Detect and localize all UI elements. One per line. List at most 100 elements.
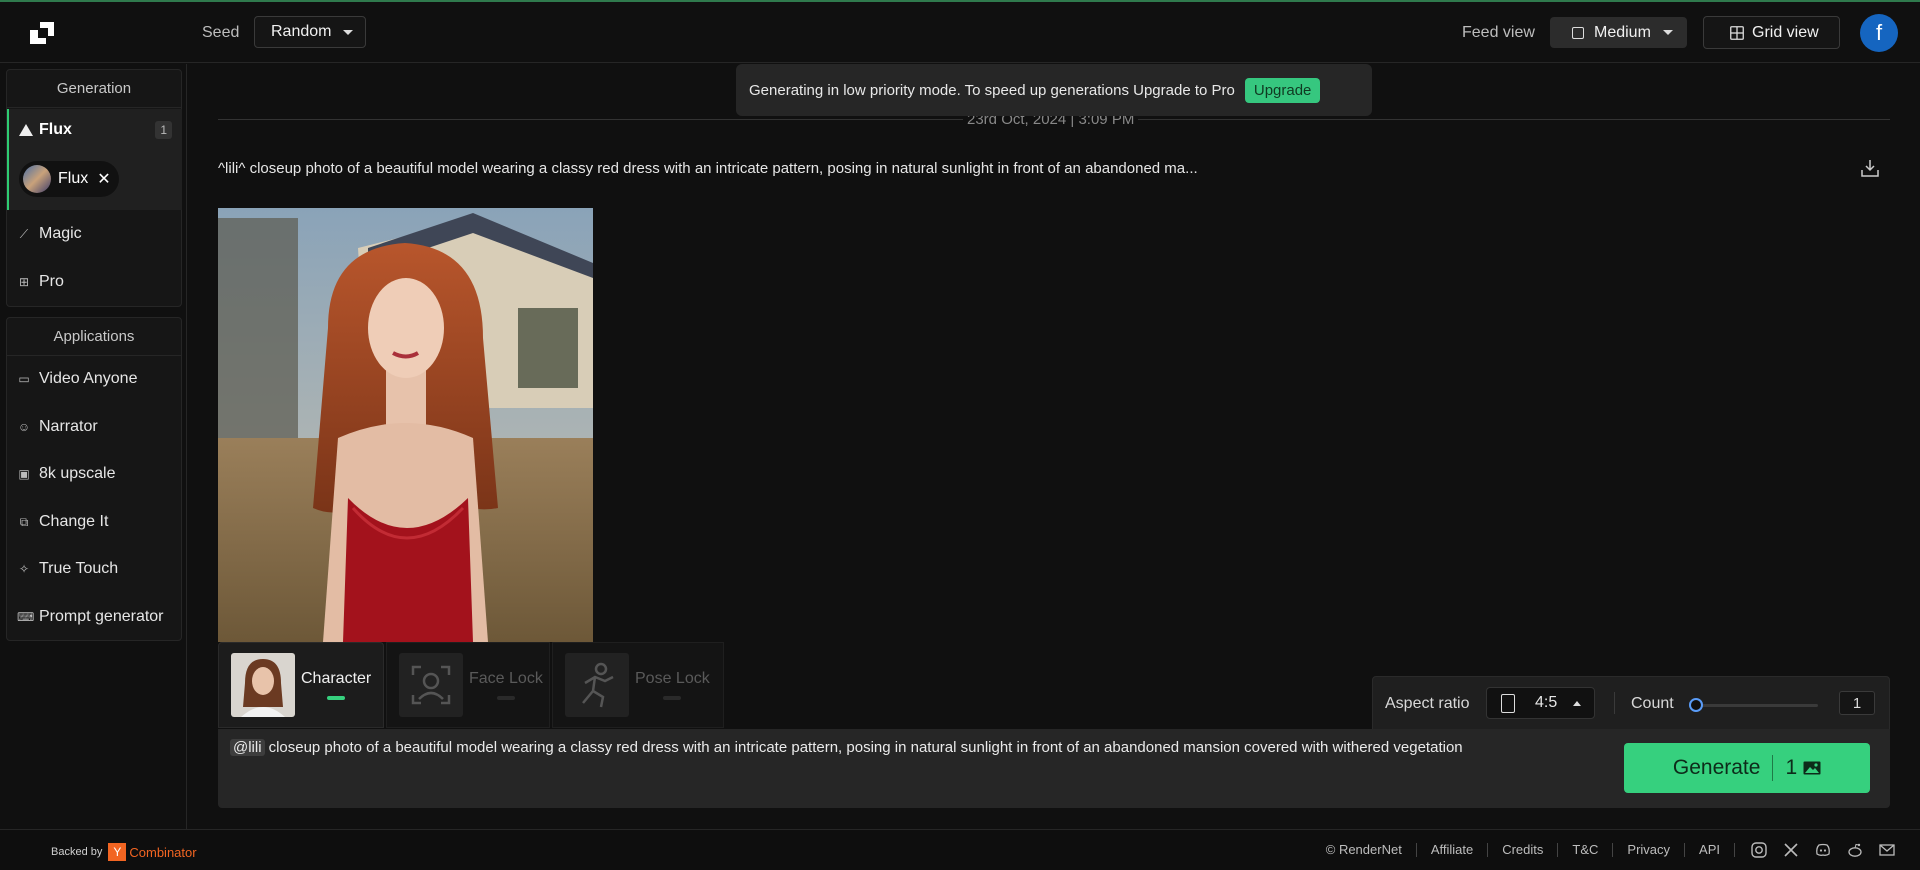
8k-icon: ▣: [18, 467, 30, 481]
inactive-indicator: [496, 696, 515, 700]
tab-pose-lock[interactable]: Pose Lock: [552, 642, 724, 728]
sidebar-item-video-anyone[interactable]: ▭ Video Anyone: [17, 370, 137, 388]
feed-view-value: Medium: [1594, 23, 1651, 41]
tab-character-label: Character: [301, 670, 372, 687]
sidebar-item-narrator[interactable]: ☺ Narrator: [17, 418, 98, 436]
prompt-text[interactable]: @lili closeup photo of a beautiful model …: [230, 739, 1463, 756]
speaker-person-icon: ☺: [17, 420, 31, 434]
face-lock-icon: [399, 653, 463, 717]
portrait-frame-icon: [1501, 693, 1515, 713]
prompt-summary[interactable]: ^lili^ closeup photo of a beautiful mode…: [218, 160, 1198, 177]
app-label: 8k upscale: [39, 465, 116, 482]
tab-character[interactable]: Character: [218, 642, 384, 728]
character-mention[interactable]: @lili: [230, 739, 265, 756]
avatar-letter: f: [1875, 20, 1883, 45]
image-icon: [1803, 761, 1821, 775]
user-avatar[interactable]: f: [1860, 14, 1898, 52]
backed-by-label: Backed by: [51, 846, 103, 858]
tab-face-lock-label: Face Lock: [469, 670, 543, 687]
divider: [1772, 755, 1774, 781]
aspect-ratio-dropdown[interactable]: 4:5: [1486, 687, 1595, 719]
footer: Backed by Y Combinator © RenderNet Affil…: [0, 829, 1920, 870]
reddit-icon[interactable]: [1847, 842, 1863, 858]
count-value[interactable]: 1: [1839, 691, 1875, 715]
chevron-down-icon: [343, 29, 354, 35]
applications-panel: Applications ▭ Video Anyone ☺ Narrator ▣…: [6, 317, 182, 641]
feed-view-dropdown[interactable]: Medium: [1550, 17, 1687, 48]
footer-link-tc[interactable]: T&C: [1558, 843, 1614, 857]
seed-label: Seed: [202, 24, 240, 41]
mail-icon[interactable]: [1879, 842, 1895, 858]
upgrade-button[interactable]: Upgrade: [1244, 77, 1321, 103]
pro-label: Pro: [39, 273, 64, 290]
sidebar-item-8k-upscale[interactable]: ▣ 8k upscale: [17, 465, 116, 483]
app-label: True Touch: [39, 560, 119, 577]
reference-tabs: Character Face Lock Pose Lock: [218, 642, 724, 728]
aspect-ratio-label: Aspect ratio: [1385, 695, 1470, 712]
magic-label: Magic: [39, 225, 82, 242]
chevron-down-icon: [1662, 30, 1673, 35]
close-icon[interactable]: ✕: [97, 169, 110, 189]
low-priority-notice: Generating in low priority mode. To spee…: [736, 64, 1372, 116]
grid-view-label: Grid view: [1752, 23, 1819, 41]
flux-label: Flux: [39, 121, 72, 138]
active-indicator: [327, 696, 346, 700]
top-bar: Seed Random Feed view Medium Grid view f: [0, 2, 1920, 63]
app-label: Video Anyone: [39, 370, 138, 387]
sidebar-item-magic[interactable]: ⟋ Magic: [17, 225, 82, 243]
generate-label: Generate: [1672, 756, 1761, 779]
sparkle-icon: ✧: [18, 562, 30, 576]
seed-value: Random: [271, 23, 332, 40]
character-thumbnail: [231, 653, 295, 717]
grid-icon: [1730, 25, 1744, 40]
square-icon: [1572, 26, 1584, 39]
footer-links: © RenderNet Affiliate Credits T&C Privac…: [1326, 842, 1895, 858]
chevron-up-icon: [1573, 700, 1582, 706]
divider: [1614, 692, 1615, 714]
yc-logo: Y: [108, 843, 127, 861]
generate-button[interactable]: Generate 1: [1624, 743, 1870, 793]
model-avatar: [23, 165, 51, 193]
count-slider-track[interactable]: [1693, 704, 1818, 707]
generated-image[interactable]: [218, 208, 593, 642]
grid-view-button[interactable]: Grid view: [1703, 16, 1840, 49]
backed-by-yc[interactable]: Backed by Y Combinator: [51, 843, 197, 861]
download-icon[interactable]: [1860, 158, 1880, 178]
feed-view-label: Feed view: [1462, 24, 1535, 41]
logo-icon[interactable]: [28, 20, 56, 46]
magic-wand-icon: ⟋: [19, 226, 29, 241]
instagram-icon[interactable]: [1751, 842, 1767, 858]
footer-link-copyright: © RenderNet: [1326, 843, 1417, 857]
generate-count: 1: [1785, 756, 1798, 779]
sidebar-item-change-it[interactable]: ⧉ Change It: [17, 513, 109, 531]
footer-link-affiliate[interactable]: Affiliate: [1417, 843, 1489, 857]
settings-panel: Aspect ratio 4:5 Count 1: [1372, 676, 1890, 730]
footer-link-privacy[interactable]: Privacy: [1613, 843, 1686, 857]
sidebar-item-flux[interactable]: Flux 1 Flux ✕: [7, 109, 182, 210]
seed-dropdown[interactable]: Random: [254, 16, 366, 48]
generation-title: Generation: [7, 70, 181, 108]
prompt-body: closeup photo of a beautiful model weari…: [268, 739, 1463, 756]
terminal-icon: ⌨: [17, 610, 35, 624]
flux-model-chip[interactable]: Flux ✕: [19, 161, 119, 197]
prompt-input[interactable]: @lili closeup photo of a beautiful model …: [218, 729, 1890, 808]
flux-chip-label: Flux: [58, 170, 89, 187]
sidebar-item-pro[interactable]: ⊞ Pro: [17, 273, 64, 291]
app-label: Prompt generator: [39, 608, 164, 625]
sidebar-item-true-touch[interactable]: ✧ True Touch: [17, 560, 118, 578]
sidebar-item-prompt-generator[interactable]: ⌨ Prompt generator: [17, 608, 164, 626]
folder-icon: ▭: [18, 372, 30, 386]
discord-icon[interactable]: [1815, 842, 1831, 858]
footer-link-api[interactable]: API: [1685, 843, 1735, 857]
generation-panel: Generation Flux 1 Flux ✕ ⟋ Magic ⊞ Pro: [6, 69, 182, 307]
layers-icon: ⧉: [19, 514, 29, 529]
footer-link-credits[interactable]: Credits: [1488, 843, 1559, 857]
app-label: Change It: [39, 513, 109, 530]
tab-pose-lock-label: Pose Lock: [635, 670, 710, 687]
apps-grid-icon: ⊞: [18, 275, 30, 289]
triangle-icon: [19, 124, 33, 136]
count-slider-handle[interactable]: [1689, 698, 1703, 712]
app-label: Narrator: [39, 418, 98, 435]
tab-face-lock[interactable]: Face Lock: [386, 642, 550, 728]
x-twitter-icon[interactable]: [1783, 842, 1799, 858]
